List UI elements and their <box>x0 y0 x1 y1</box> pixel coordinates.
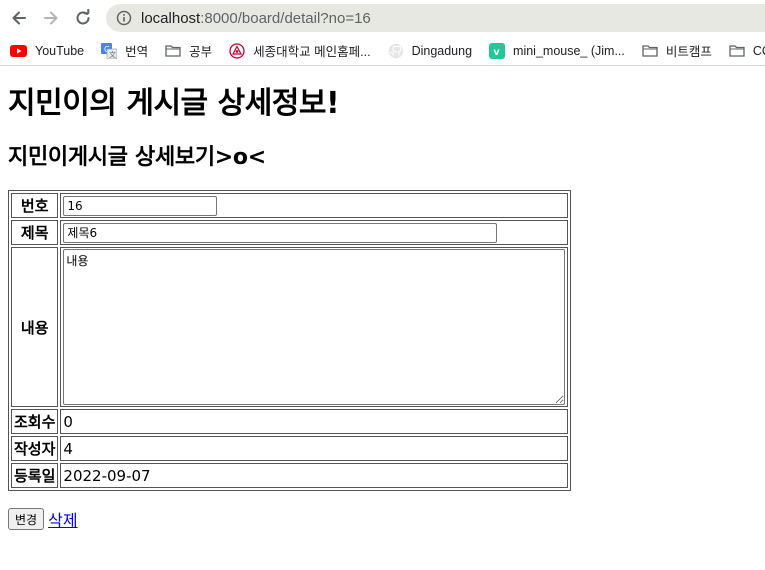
label-title: 제목 <box>11 220 59 245</box>
bookmark-sejong[interactable]: 세종대학교 메인홈페... <box>229 41 371 60</box>
writer-value: 4 <box>60 436 569 461</box>
date-value: 2022-09-07 <box>60 463 569 488</box>
page-subtitle: 지민이게시글 상세보기>o< <box>8 145 266 170</box>
delete-link[interactable]: 삭제 <box>48 507 77 531</box>
label-writer: 작성자 <box>11 436 59 461</box>
bookmark-velog[interactable]: v mini_mouse_ (Jim... <box>489 42 625 59</box>
bookmark-label: 세종대학교 메인홈페... <box>253 45 371 59</box>
translate-icon: G文 <box>101 42 118 59</box>
table-row-no: 번호 <box>11 193 569 218</box>
no-input[interactable] <box>63 195 218 216</box>
update-button[interactable]: 변경 <box>8 508 45 530</box>
table-row-title: 제목 <box>11 220 569 245</box>
bookmark-label: mini_mouse_ (Jim... <box>513 43 625 58</box>
reload-icon <box>76 9 90 25</box>
svg-text:文: 文 <box>109 50 116 59</box>
views-value: 0 <box>60 409 569 434</box>
bookmark-label: YouTube <box>35 43 85 58</box>
bookmark-label: CODIN <box>752 43 765 58</box>
cell-no <box>60 193 569 218</box>
table-row-content: 내용 내용 <box>11 247 569 407</box>
folder-icon <box>165 44 181 57</box>
cell-title <box>60 220 569 245</box>
bookmark-folder-coding[interactable]: CODIN <box>729 44 765 58</box>
bookmark-label: 번역 <box>125 45 149 59</box>
forward-arrow-icon <box>44 11 58 25</box>
table-row-date: 등록일 2022-09-07 <box>11 463 569 488</box>
bookmark-label: Dingadung <box>411 43 473 58</box>
cell-content: 내용 <box>60 247 569 407</box>
svg-text:v: v <box>493 47 500 58</box>
folder-icon <box>642 44 658 57</box>
reload-button[interactable] <box>72 7 94 29</box>
table-row-writer: 작성자 4 <box>11 436 569 461</box>
bookmark-youtube[interactable]: YouTube <box>10 44 84 58</box>
title-input[interactable] <box>63 222 498 243</box>
bookmark-translate[interactable]: G文 번역 <box>101 41 148 60</box>
site-info-icon[interactable] <box>116 10 132 26</box>
label-no: 번호 <box>11 193 59 218</box>
bookmark-folder-bitcamp[interactable]: 비트캠프 <box>642 41 712 60</box>
velog-icon: v <box>489 42 506 59</box>
label-content: 내용 <box>11 247 59 407</box>
youtube-icon <box>10 44 27 57</box>
label-views: 조회수 <box>11 409 59 434</box>
bookmark-folder-study[interactable]: 공부 <box>165 41 212 60</box>
post-detail-table: 번호 제목 내용 내용 조회수 0 작성자 4 등록일 2022-0 <box>8 190 572 491</box>
back-arrow-icon <box>12 11 26 25</box>
table-row-views: 조회수 0 <box>11 409 569 434</box>
url-host: localhost <box>141 9 201 27</box>
action-bar: 변경 삭제 <box>8 507 757 531</box>
content-textarea[interactable]: 내용 <box>63 249 566 405</box>
bookmark-github[interactable]: Dingadung <box>388 43 472 59</box>
url-path: :8000/board/detail?no=16 <box>200 9 371 27</box>
github-icon <box>388 43 404 59</box>
forward-button[interactable] <box>40 7 62 29</box>
bookmark-label: 비트캠프 <box>665 45 712 59</box>
bookmark-label: 공부 <box>189 45 213 59</box>
browser-toolbar: localhost:8000/board/detail?no=16 <box>0 0 765 36</box>
back-button[interactable] <box>8 7 30 29</box>
page-content: 지민이의 게시글 상세정보! 지민이게시글 상세보기>o< 번호 제목 내용 내… <box>0 86 765 531</box>
folder-icon <box>729 44 745 57</box>
address-bar[interactable]: localhost:8000/board/detail?no=16 <box>106 4 765 32</box>
page-title: 지민이의 게시글 상세정보! <box>8 86 340 121</box>
bookmarks-bar: YouTube G文 번역 공부 세종대학교 메인홈페... Dingadung… <box>0 36 765 66</box>
label-date: 등록일 <box>11 463 59 488</box>
university-icon <box>229 42 245 59</box>
